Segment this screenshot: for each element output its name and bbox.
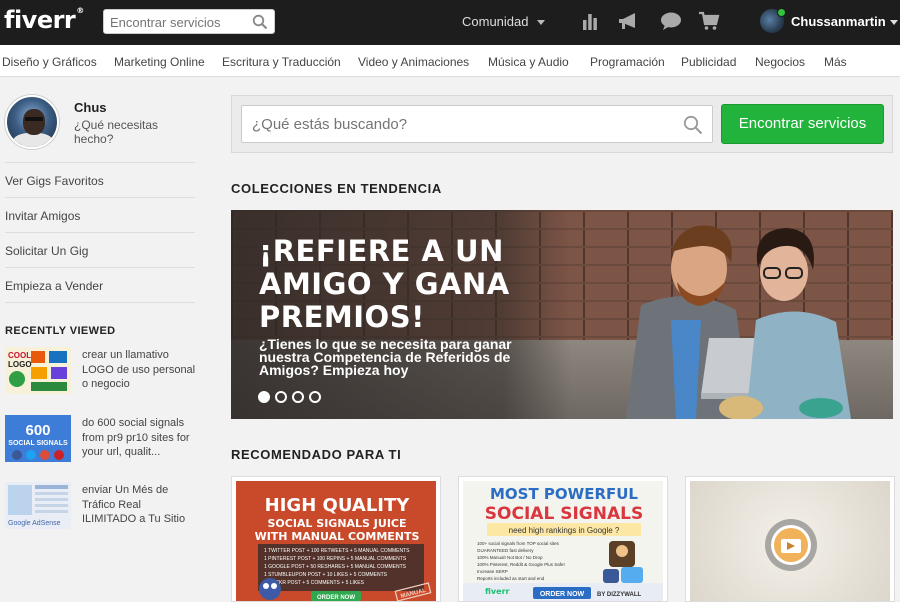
gig-card-3[interactable] [685, 476, 895, 602]
main-search-panel: Encontrar servicios [231, 95, 893, 153]
recent-thumb-text-1: COOL [8, 351, 31, 360]
chevron-down-icon [536, 20, 545, 26]
category-nav: Diseño y Gráficos Marketing Online Escri… [0, 45, 900, 77]
card-1-bullet-4: 1 STUMBLEUPON POST + 10 LIKES + 5 COMMEN… [264, 572, 388, 578]
username-label: Chussanmartin [791, 14, 886, 29]
user-menu[interactable]: Chussanmartin [791, 14, 898, 29]
gig-card-1-image: HIGH QUALITY SOCIAL SIGNALS JUICE WITH M… [236, 481, 436, 601]
banner-pager [258, 390, 326, 408]
card-2-byline: BY DIZZYWALL [597, 592, 642, 598]
sidebar-link-invite[interactable]: Invitar Amigos [5, 197, 195, 232]
registered-mark: ® [76, 6, 84, 15]
card-2-bullet-3: 100% Manual! Not Bot / No Drop [477, 555, 543, 560]
profile-name[interactable]: Chus [74, 100, 107, 115]
online-status-dot [777, 8, 786, 17]
main-search-input[interactable] [252, 114, 672, 134]
card-1-bullet-1: 1 TWITTER POST + 100 RETWEETS + 5 MANUAL… [264, 548, 410, 554]
recent-thumb-600: 600 [25, 422, 50, 439]
category-music[interactable]: Música y Audio [488, 55, 569, 69]
category-programming[interactable]: Programación [590, 55, 665, 69]
user-avatar[interactable] [760, 8, 786, 33]
top-bar: fiverr® Comunidad Chussanmartin [0, 0, 900, 45]
card-1-bullet-2: 1 PINTEREST POST + 100 REPINS + 5 MANUAL… [264, 556, 407, 562]
shopping-cart-icon[interactable] [698, 11, 720, 36]
chevron-down-icon [889, 20, 898, 26]
sidebar-divider [5, 302, 195, 303]
main-search-field [241, 105, 713, 143]
fiverr-logo[interactable]: fiverr® [4, 6, 84, 34]
top-search-box [103, 9, 275, 34]
banner-dot-1[interactable] [258, 391, 270, 403]
recent-thumb-traffic[interactable]: Google AdSense [5, 482, 71, 529]
sidebar-link-request[interactable]: Solicitar Un Gig [5, 232, 195, 267]
card-1-order-button: ORDER NOW [317, 595, 355, 601]
recent-thumb-signals[interactable]: 600 SOCIAL SIGNALS [5, 415, 71, 462]
category-business[interactable]: Negocios [755, 55, 805, 69]
find-services-button[interactable]: Encontrar servicios [721, 104, 884, 144]
category-design[interactable]: Diseño y Gráficos [2, 55, 97, 69]
recent-item-text-2[interactable]: do 600 social signals from pr9 pr10 site… [82, 416, 197, 460]
card-1-line2: SOCIAL SIGNALS JUICE [267, 517, 406, 530]
avatar-shirt [13, 133, 53, 147]
card-2-bullet-6: Reports included as start and end [477, 576, 545, 581]
gig-card-1[interactable]: HIGH QUALITY SOCIAL SIGNALS JUICE WITH M… [231, 476, 441, 602]
community-menu[interactable]: Comunidad [462, 14, 545, 29]
recent-thumb-text-2: LOGO [8, 360, 32, 369]
banner-headline: ¡REFIERE A UN AMIGO Y GANA PREMIOS! [259, 234, 510, 334]
card-2-bullet-1: 100+ social signals from TOP social site… [477, 541, 560, 546]
card-2-bullet-2: GUARANTEED fast delivery [477, 548, 534, 553]
trending-banner[interactable]: ¡REFIERE A UN AMIGO Y GANA PREMIOS! ¿Tie… [231, 210, 893, 419]
chat-bubble-icon[interactable] [660, 11, 682, 36]
card-1-line1: HIGH QUALITY [265, 495, 411, 516]
category-more[interactable]: Más [824, 55, 847, 69]
card-2-order-button: ORDER NOW [540, 591, 585, 598]
avatar-glasses [25, 117, 43, 121]
gig-card-3-image [690, 481, 890, 601]
recommended-title: RECOMENDADO PARA TI [231, 447, 402, 462]
search-icon[interactable] [252, 14, 268, 35]
card-2-bullet-5: Increase SERP [477, 569, 508, 574]
recent-item-text-3[interactable]: enviar Un Més de Tráfico Real ILIMITADO … [82, 483, 197, 527]
community-label: Comunidad [462, 14, 529, 29]
media-placeholder-icon [765, 519, 817, 571]
category-video[interactable]: Video y Animaciones [358, 55, 469, 69]
recent-item-text-1[interactable]: crear un llamativo LOGO de uso personal … [82, 348, 197, 392]
banner-dot-3[interactable] [292, 391, 304, 403]
card-1-line3: WITH MANUAL COMMENTS [255, 530, 420, 543]
sidebar-link-favorites[interactable]: Ver Gigs Favoritos [5, 162, 195, 197]
trending-title: COLECCIONES EN TENDENCIA [231, 181, 442, 196]
category-writing[interactable]: Escritura y Traducción [222, 55, 341, 69]
card-2-line2: SOCIAL SIGNALS [485, 504, 643, 524]
avatar-face [23, 109, 45, 135]
banner-dot-2[interactable] [275, 391, 287, 403]
card-2-bullet-4: 100% Pinterest, Reddit & Google Plus Saf… [477, 562, 565, 567]
top-search-input[interactable] [110, 13, 250, 31]
profile-avatar[interactable] [5, 95, 59, 149]
analytics-icon[interactable] [582, 11, 598, 36]
card-2-brand: fiverr [485, 587, 510, 596]
recent-thumb-logo[interactable]: COOL LOGO [5, 347, 71, 394]
profile-question: ¿Qué necesitas hecho? [74, 118, 159, 146]
card-1-bullet-3: 1 GOOGLE POST + 50 RESHARES + 5 MANUAL C… [264, 564, 407, 570]
gig-card-2[interactable]: MOST POWERFUL SOCIAL SIGNALS need high r… [458, 476, 668, 602]
card-2-line3: need high rankings in Google ? [509, 526, 620, 535]
sidebar-link-sell[interactable]: Empieza a Vender [5, 267, 195, 302]
megaphone-icon[interactable] [617, 11, 641, 36]
card-2-line1: MOST POWERFUL [490, 485, 638, 503]
search-icon[interactable] [683, 115, 703, 140]
banner-subtitle: ¿Tienes lo que se necesita para ganar nu… [259, 336, 512, 378]
gig-card-2-image: MOST POWERFUL SOCIAL SIGNALS need high r… [463, 481, 663, 601]
category-marketing[interactable]: Marketing Online [114, 55, 205, 69]
recent-thumb-adsense: Google AdSense [8, 520, 61, 527]
category-advertising[interactable]: Publicidad [681, 55, 736, 69]
recent-thumb-social: SOCIAL SIGNALS [8, 440, 68, 447]
banner-dot-4[interactable] [309, 391, 321, 403]
recently-viewed-title: RECENTLY VIEWED [5, 325, 116, 337]
logo-text: fiverr [4, 6, 76, 34]
